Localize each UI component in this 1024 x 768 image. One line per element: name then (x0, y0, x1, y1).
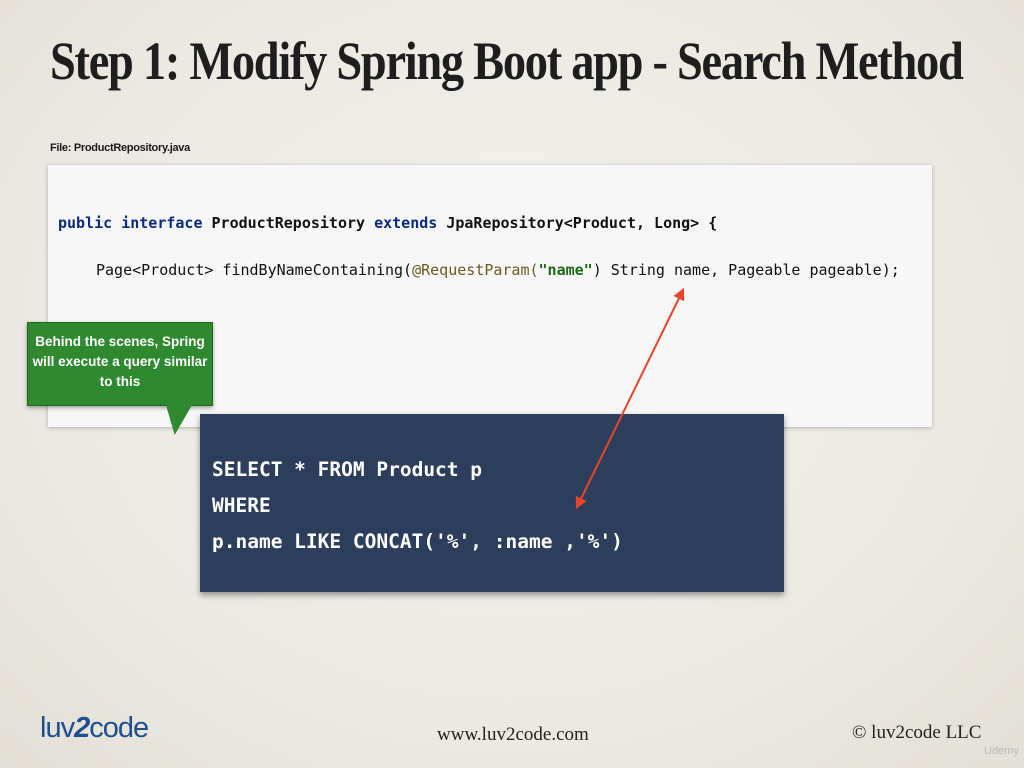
method-signature-start: Page<Product> findByNameContaining( (96, 261, 413, 279)
string-literal: "name" (538, 261, 593, 279)
logo-text-luv: luv (40, 712, 75, 744)
code-line-method: Page<Product> findByNameContaining(@Requ… (96, 261, 900, 279)
copyright-text: © luv2code LLC (852, 722, 982, 743)
annotation: @RequestParam( (412, 261, 539, 279)
logo-text-code: code (89, 712, 149, 744)
code-line-interface: public interface ProductRepository exten… (58, 214, 717, 232)
keyword-interface: interface (121, 214, 203, 232)
slide-title: Step 1: Modify Spring Boot app - Search … (50, 31, 964, 91)
callout-box: Behind the scenes, Spring will execute a… (27, 322, 213, 406)
sql-line-2: WHERE (212, 494, 271, 517)
keyword-public: public (58, 214, 113, 232)
interface-name: ProductRepository (211, 214, 366, 232)
udemy-watermark: Udemy (984, 745, 1019, 757)
callout-text-line-3: to this (99, 374, 141, 389)
keyword-extends: extends (374, 214, 438, 232)
callout-text-line-2: will execute a query similar (32, 354, 208, 369)
callout-text-line-1: Behind the scenes, Spring (35, 334, 205, 349)
sql-panel: SELECT * FROM Product p WHERE p.name LIK… (200, 414, 784, 592)
file-label: File: ProductRepository.java (50, 142, 190, 154)
extends-type: JpaRepository<Product, Long> { (446, 214, 718, 232)
sql-line-1: SELECT * FROM Product p (212, 458, 483, 481)
luv2code-logo: luv2code (40, 712, 149, 745)
method-signature-end: ) String name, Pageable pageable); (592, 261, 900, 279)
sql-line-3: p.name LIKE CONCAT('%', :name ,'%') (212, 530, 623, 553)
logo-text-2: 2 (74, 712, 90, 744)
website-url: www.luv2code.com (437, 724, 589, 745)
